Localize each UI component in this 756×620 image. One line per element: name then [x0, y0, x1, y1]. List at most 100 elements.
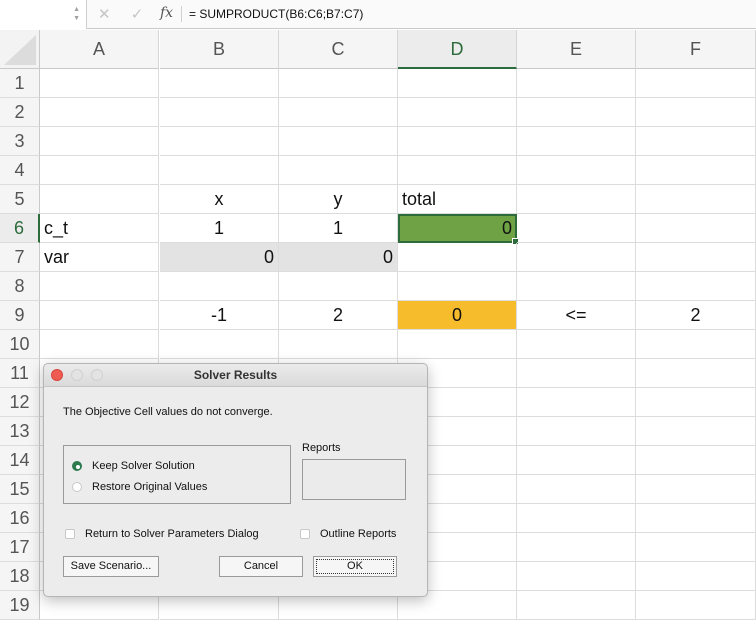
- column-header-c[interactable]: C: [279, 30, 398, 69]
- ok-button[interactable]: OK: [313, 556, 397, 577]
- cell-a6[interactable]: c_t: [40, 214, 159, 243]
- cell-c10[interactable]: [279, 330, 398, 359]
- cell-b10[interactable]: [160, 330, 279, 359]
- row-header-1[interactable]: 1: [0, 69, 40, 98]
- cell-f17[interactable]: [636, 533, 756, 562]
- reports-list[interactable]: [302, 459, 406, 500]
- enter-icon[interactable]: ✓: [131, 5, 144, 23]
- cell-d2[interactable]: [398, 98, 517, 127]
- cell-e6[interactable]: [517, 214, 636, 243]
- cell-c5[interactable]: y: [279, 185, 398, 214]
- cell-d10[interactable]: [398, 330, 517, 359]
- cell-b3[interactable]: [160, 127, 279, 156]
- row-header-10[interactable]: 10: [0, 330, 40, 359]
- cell-f16[interactable]: [636, 504, 756, 533]
- cell-f3[interactable]: [636, 127, 756, 156]
- cell-f15[interactable]: [636, 475, 756, 504]
- restore-values-option[interactable]: Restore Original Values: [72, 481, 207, 493]
- cell-f1[interactable]: [636, 69, 756, 98]
- cell-a5[interactable]: [40, 185, 159, 214]
- cell-e16[interactable]: [517, 504, 636, 533]
- row-header-14[interactable]: 14: [0, 446, 40, 475]
- return-to-parameters-checkbox[interactable]: [65, 529, 75, 539]
- cell-a1[interactable]: [40, 69, 159, 98]
- cell-e10[interactable]: [517, 330, 636, 359]
- cell-c2[interactable]: [279, 98, 398, 127]
- row-header-8[interactable]: 8: [0, 272, 40, 301]
- cell-d8[interactable]: [398, 272, 517, 301]
- cell-c1[interactable]: [279, 69, 398, 98]
- cell-a7[interactable]: var: [40, 243, 159, 272]
- column-header-d[interactable]: D: [398, 30, 517, 69]
- row-header-19[interactable]: 19: [0, 591, 40, 620]
- cell-f10[interactable]: [636, 330, 756, 359]
- cell-b2[interactable]: [160, 98, 279, 127]
- row-header-16[interactable]: 16: [0, 504, 40, 533]
- column-header-b[interactable]: B: [160, 30, 279, 69]
- row-header-4[interactable]: 4: [0, 156, 40, 185]
- row-header-3[interactable]: 3: [0, 127, 40, 156]
- cell-f4[interactable]: [636, 156, 756, 185]
- cancel-icon[interactable]: ✕: [98, 5, 111, 23]
- cell-e18[interactable]: [517, 562, 636, 591]
- cell-e8[interactable]: [517, 272, 636, 301]
- row-header-5[interactable]: 5: [0, 185, 40, 214]
- cell-e4[interactable]: [517, 156, 636, 185]
- restore-values-radio[interactable]: [72, 482, 82, 492]
- row-header-2[interactable]: 2: [0, 98, 40, 127]
- cell-e5[interactable]: [517, 185, 636, 214]
- cell-c4[interactable]: [279, 156, 398, 185]
- cell-e19[interactable]: [517, 591, 636, 620]
- cell-e7[interactable]: [517, 243, 636, 272]
- keep-solution-option[interactable]: Keep Solver Solution: [72, 460, 195, 472]
- cell-f11[interactable]: [636, 359, 756, 388]
- cell-b9[interactable]: -1: [160, 301, 279, 330]
- row-header-7[interactable]: 7: [0, 243, 40, 272]
- cell-f18[interactable]: [636, 562, 756, 591]
- keep-solution-radio[interactable]: [72, 461, 82, 471]
- cell-d4[interactable]: [398, 156, 517, 185]
- cell-a8[interactable]: [40, 272, 159, 301]
- cell-b6[interactable]: 1: [160, 214, 279, 243]
- cell-e17[interactable]: [517, 533, 636, 562]
- cell-c9[interactable]: 2: [279, 301, 398, 330]
- cell-f7[interactable]: [636, 243, 756, 272]
- cell-a4[interactable]: [40, 156, 159, 185]
- cell-e12[interactable]: [517, 388, 636, 417]
- row-header-15[interactable]: 15: [0, 475, 40, 504]
- row-header-18[interactable]: 18: [0, 562, 40, 591]
- cell-b1[interactable]: [160, 69, 279, 98]
- cell-b4[interactable]: [160, 156, 279, 185]
- column-header-e[interactable]: E: [517, 30, 636, 69]
- select-all-corner[interactable]: [0, 30, 40, 69]
- outline-reports-checkbox[interactable]: [300, 529, 310, 539]
- cancel-button[interactable]: Cancel: [219, 556, 303, 577]
- outline-reports-option[interactable]: Outline Reports: [300, 528, 396, 540]
- column-header-f[interactable]: F: [636, 30, 756, 69]
- cell-a2[interactable]: [40, 98, 159, 127]
- cell-f19[interactable]: [636, 591, 756, 620]
- name-box[interactable]: ▲ ▼: [0, 0, 87, 29]
- cell-f14[interactable]: [636, 446, 756, 475]
- cell-f9[interactable]: 2: [636, 301, 756, 330]
- cell-d5[interactable]: total: [398, 185, 517, 214]
- cell-f5[interactable]: [636, 185, 756, 214]
- cell-a3[interactable]: [40, 127, 159, 156]
- cell-e1[interactable]: [517, 69, 636, 98]
- save-scenario-button[interactable]: Save Scenario...: [63, 556, 159, 577]
- cell-a9[interactable]: [40, 301, 159, 330]
- cell-c6[interactable]: 1: [279, 214, 398, 243]
- cell-a10[interactable]: [40, 330, 159, 359]
- row-header-13[interactable]: 13: [0, 417, 40, 446]
- cell-e3[interactable]: [517, 127, 636, 156]
- row-header-12[interactable]: 12: [0, 388, 40, 417]
- cell-c7[interactable]: 0: [279, 243, 398, 272]
- cell-f6[interactable]: [636, 214, 756, 243]
- formula-input[interactable]: = SUMPRODUCT(B6:C6;B7:C7): [189, 7, 363, 21]
- cell-f13[interactable]: [636, 417, 756, 446]
- cell-e9[interactable]: <=: [517, 301, 636, 330]
- cell-d3[interactable]: [398, 127, 517, 156]
- cell-f12[interactable]: [636, 388, 756, 417]
- return-to-parameters-option[interactable]: Return to Solver Parameters Dialog: [65, 528, 259, 540]
- row-header-9[interactable]: 9: [0, 301, 40, 330]
